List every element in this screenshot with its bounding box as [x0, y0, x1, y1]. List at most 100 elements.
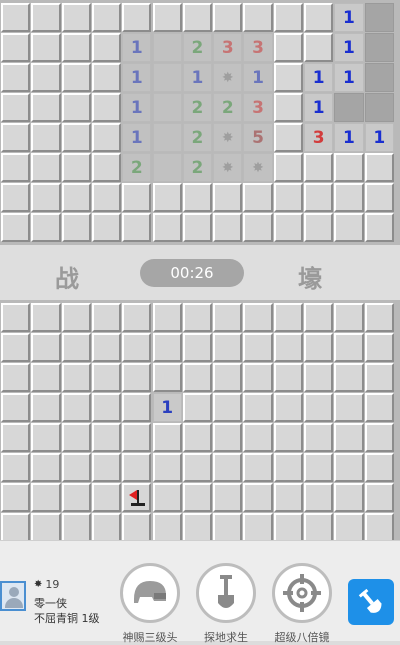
player-hidden-cell[interactable]: [213, 393, 243, 422]
opponent-hidden-cell[interactable]: [91, 3, 122, 32]
player-hidden-cell[interactable]: [91, 423, 122, 452]
player-hidden-cell[interactable]: [1, 333, 31, 362]
opponent-mine-cell[interactable]: ✸: [213, 123, 243, 152]
opponent-open-cell[interactable]: [152, 123, 182, 152]
opponent-hidden-cell[interactable]: [31, 123, 61, 152]
player-hidden-cell[interactable]: [273, 393, 303, 422]
player-hidden-cell[interactable]: [243, 513, 273, 542]
opponent-hidden-cell[interactable]: [91, 123, 122, 152]
opponent-hidden-cell[interactable]: [31, 3, 61, 32]
player-hidden-cell[interactable]: [122, 363, 152, 392]
opponent-number-cell[interactable]: 1: [243, 63, 273, 92]
opponent-hidden-cell[interactable]: [304, 213, 334, 242]
player-hidden-cell[interactable]: [273, 483, 303, 512]
player-hidden-cell[interactable]: [364, 393, 394, 422]
player-hidden-cell[interactable]: [182, 393, 213, 422]
player-hidden-cell[interactable]: [152, 303, 182, 332]
player-hidden-cell[interactable]: [182, 423, 213, 452]
opponent-number-cell[interactable]: 5: [243, 123, 273, 152]
player-hidden-cell[interactable]: [243, 393, 273, 422]
player-hidden-cell[interactable]: [122, 453, 152, 482]
opponent-number-cell[interactable]: 1: [304, 63, 334, 92]
player-hidden-cell[interactable]: [334, 513, 364, 542]
player-hidden-cell[interactable]: [213, 363, 243, 392]
opponent-hidden-cell[interactable]: [1, 213, 31, 242]
opponent-hidden-cell[interactable]: [273, 213, 303, 242]
opponent-mine-cell[interactable]: ✸: [213, 153, 243, 182]
player-hidden-cell[interactable]: [364, 483, 394, 512]
player-hidden-cell[interactable]: [334, 483, 364, 512]
player-hidden-cell[interactable]: [364, 333, 394, 362]
opponent-hidden-cell[interactable]: [91, 63, 122, 92]
opponent-number-cell[interactable]: 2: [182, 153, 213, 182]
player-hidden-cell[interactable]: [122, 303, 152, 332]
opponent-number-cell[interactable]: 3: [213, 33, 243, 62]
opponent-hidden-cell[interactable]: [61, 123, 91, 152]
player-hidden-cell[interactable]: [364, 513, 394, 542]
player-hidden-cell[interactable]: [304, 363, 334, 392]
opponent-hidden-cell[interactable]: [122, 183, 152, 212]
player-hidden-cell[interactable]: [31, 513, 61, 542]
player-hidden-cell[interactable]: [243, 453, 273, 482]
opponent-hidden-cell[interactable]: [182, 213, 213, 242]
player-hidden-cell[interactable]: [364, 363, 394, 392]
opponent-hidden-cell[interactable]: [1, 183, 31, 212]
opponent-open-cell[interactable]: [334, 93, 364, 122]
dig-action-button[interactable]: [348, 579, 394, 625]
opponent-number-cell[interactable]: 2: [213, 93, 243, 122]
opponent-hidden-cell[interactable]: [273, 63, 303, 92]
player-hidden-cell[interactable]: [243, 483, 273, 512]
opponent-number-cell[interactable]: 3: [243, 33, 273, 62]
player-hidden-cell[interactable]: [273, 303, 303, 332]
player-hidden-cell[interactable]: [213, 453, 243, 482]
opponent-hidden-cell[interactable]: [273, 3, 303, 32]
opponent-hidden-cell[interactable]: [1, 123, 31, 152]
player-hidden-cell[interactable]: [364, 453, 394, 482]
player-hidden-cell[interactable]: [243, 423, 273, 452]
opponent-number-cell[interactable]: 2: [182, 33, 213, 62]
player-hidden-cell[interactable]: [304, 483, 334, 512]
opponent-hidden-cell[interactable]: [1, 33, 31, 62]
player-hidden-cell[interactable]: [91, 333, 122, 362]
player-hidden-cell[interactable]: [304, 513, 334, 542]
player-hidden-cell[interactable]: [334, 303, 364, 332]
opponent-open-cell[interactable]: [152, 33, 182, 62]
player-hidden-cell[interactable]: [122, 393, 152, 422]
player-hidden-cell[interactable]: [1, 423, 31, 452]
opponent-hidden-cell[interactable]: [91, 33, 122, 62]
opponent-number-cell[interactable]: 1: [122, 63, 152, 92]
player-hidden-cell[interactable]: [122, 423, 152, 452]
player-hidden-cell[interactable]: [152, 333, 182, 362]
player-hidden-cell[interactable]: [273, 363, 303, 392]
opponent-hidden-cell[interactable]: [61, 183, 91, 212]
player-hidden-cell[interactable]: [1, 513, 31, 542]
player-hidden-cell[interactable]: [31, 333, 61, 362]
player-hidden-cell[interactable]: [91, 303, 122, 332]
player-hidden-cell[interactable]: [304, 423, 334, 452]
opponent-hidden-cell[interactable]: [243, 213, 273, 242]
opponent-number-cell[interactable]: 2: [182, 93, 213, 122]
opponent-hidden-cell[interactable]: [61, 153, 91, 182]
opponent-hidden-cell[interactable]: [273, 183, 303, 212]
player-hidden-cell[interactable]: [61, 423, 91, 452]
player-hidden-cell[interactable]: [304, 453, 334, 482]
player-hidden-cell[interactable]: [1, 303, 31, 332]
opponent-hidden-cell[interactable]: [1, 153, 31, 182]
opponent-hidden-cell[interactable]: [152, 183, 182, 212]
player-hidden-cell[interactable]: [213, 333, 243, 362]
player-hidden-cell[interactable]: [1, 393, 31, 422]
player-hidden-cell[interactable]: [61, 303, 91, 332]
player-hidden-cell[interactable]: [273, 423, 303, 452]
player-hidden-cell[interactable]: [182, 363, 213, 392]
player-hidden-cell[interactable]: [243, 363, 273, 392]
avatar[interactable]: [0, 581, 26, 611]
opponent-hidden-cell[interactable]: [304, 183, 334, 212]
opponent-open-cell[interactable]: [364, 93, 394, 122]
opponent-hidden-cell[interactable]: [152, 213, 182, 242]
player-hidden-cell[interactable]: [61, 513, 91, 542]
player-number-cell[interactable]: 1: [152, 393, 182, 422]
opponent-hidden-cell[interactable]: [243, 183, 273, 212]
player-hidden-cell[interactable]: [91, 393, 122, 422]
opponent-hidden-cell[interactable]: [91, 213, 122, 242]
opponent-hidden-cell[interactable]: [273, 33, 303, 62]
